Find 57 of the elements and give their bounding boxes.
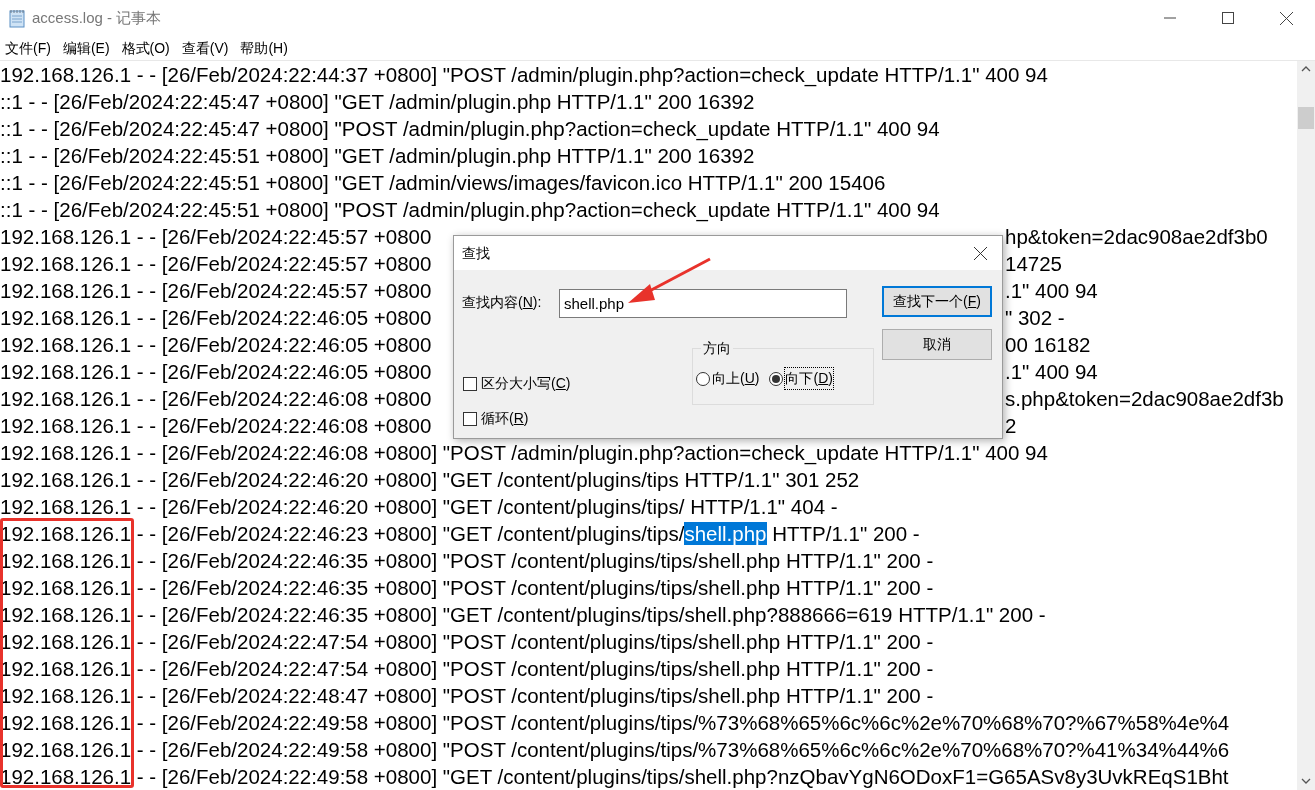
radio-button[interactable]: 向上(U) [696, 368, 760, 389]
log-line: 192.168.126.1 - - [26/Feb/2024:22:46:05 +0800 [0, 332, 433, 358]
log-line: 192.168.126.1 - - [26/Feb/2024:22:46:35 +0800] "POST /content/plugins/tips/shell.php HTTP/1.1" 200 - [0, 575, 934, 601]
checkbox[interactable]: 区分大小写(C) [463, 373, 571, 394]
log-line: .1" 400 94 [1005, 359, 1098, 385]
log-line: .1" 400 94 [1005, 278, 1098, 304]
dialog-title: 查找 [462, 243, 490, 263]
log-line: 192.168.126.1 - - [26/Feb/2024:22:49:58 +0800] "GET /content/plugins/tips/shell.php?nzQbavYgN6ODoxF1=G65ASv8y3UvkREqS1Bht [0, 764, 1229, 790]
close-icon[interactable] [1279, 11, 1293, 25]
log-line: 192.168.126.1 - - [26/Feb/2024:22:45:57 +0800 [0, 224, 433, 250]
find-next-button[interactable]: 查找下一个(F) [882, 286, 992, 317]
log-line: 14725 [1005, 251, 1062, 277]
log-line: ::1 - - [26/Feb/2024:22:45:47 +0800] "POST /admin/plugin.php?action=check_update HTTP/1.1" 400 94 [0, 116, 940, 142]
scroll-up-icon[interactable] [1301, 66, 1311, 72]
log-line: 192.168.126.1 - - [26/Feb/2024:22:47:54 +0800] "POST /content/plugins/tips/shell.php HTTP/1.1" 200 - [0, 656, 934, 682]
window-title: access.log - 记事本 [32, 7, 162, 28]
log-line: ::1 - - [26/Feb/2024:22:45:51 +0800] "POST /admin/plugin.php?action=check_update HTTP/1.1" 400 94 [0, 197, 940, 223]
log-line: s.php&token=2dac908ae2df3b [1005, 386, 1284, 412]
log-line: 192.168.126.1 - - [26/Feb/2024:22:45:57 +0800 [0, 278, 433, 304]
log-line: 192.168.126.1 - - [26/Feb/2024:22:49:58 +0800] "POST /content/plugins/tips/%73%68%65%6c%6c%2e%70%68%70?%67%58%4e%4 [0, 710, 1230, 736]
log-line: 192.168.126.1 - - [26/Feb/2024:22:46:08 +0800 [0, 386, 433, 412]
log-line: 00 16182 [1005, 332, 1091, 358]
menu-item[interactable]: 帮助(H) [239, 37, 289, 59]
scroll-down-icon[interactable] [1301, 778, 1311, 784]
log-line: 192.168.126.1 - - [26/Feb/2024:22:46:20 +0800] "GET /content/plugins/tips/ HTTP/1.1" 404 - [0, 494, 838, 520]
log-line: ::1 - - [26/Feb/2024:22:45:51 +0800] "GET /admin/views/images/favicon.ico HTTP/1.1" 200 15406 [0, 170, 886, 196]
menu-item[interactable]: 查看(V) [180, 37, 230, 59]
radio-button[interactable]: 向下(D) [769, 368, 833, 389]
log-line: 192.168.126.1 - - [26/Feb/2024:22:46:08 +0800] "POST /admin/plugin.php?action=check_update HTTP/1.1" 400 94 [0, 440, 1048, 466]
log-line: 192.168.126.1 - - [26/Feb/2024:22:46:08 +0800 [0, 413, 433, 439]
log-line: 192.168.126.1 - - [26/Feb/2024:22:46:20 +0800] "GET /content/plugins/tips HTTP/1.1" 301 252 [0, 467, 860, 493]
search-field[interactable]: shell.php [559, 289, 847, 318]
maximize-icon[interactable] [1222, 12, 1234, 24]
notepad-icon [7, 8, 27, 28]
checkbox[interactable]: 循环(R) [463, 408, 571, 429]
log-line: 192.168.126.1 - - [26/Feb/2024:22:46:35 +0800] "POST /content/plugins/tips/shell.php HTTP/1.1" 200 - [0, 548, 934, 574]
field-label: 查找内容(N): [462, 293, 542, 312]
menu-item[interactable]: 文件(F) [4, 37, 52, 59]
cancel-button[interactable]: 取消 [882, 329, 992, 360]
selected-text: shell.php [684, 522, 767, 545]
log-line: 192.168.126.1 - - [26/Feb/2024:22:46:35 +0800] "GET /content/plugins/tips/shell.php?888666=619 HTTP/1.1" 200 - [0, 602, 1046, 628]
log-line: 192.168.126.1 - - [26/Feb/2024:22:49:58 +0800] "POST /content/plugins/tips/%73%68%65%6c%6c%2e%70%68%70?%41%34%44%6 [0, 737, 1230, 763]
log-line: 192.168.126.1 - - [26/Feb/2024:22:47:54 +0800] "POST /content/plugins/tips/shell.php HTTP/1.1" 200 - [0, 629, 934, 655]
log-line: hp&token=2dac908ae2df3b0 [1005, 224, 1268, 250]
scrollbar[interactable] [1297, 61, 1315, 790]
menu-item[interactable]: 格式(O) [120, 37, 171, 59]
log-line: 192.168.126.1 - - [26/Feb/2024:22:46:05 +0800 [0, 359, 433, 385]
log-line: " 302 - [1005, 305, 1065, 331]
menu-item[interactable]: 编辑(E) [61, 37, 111, 59]
log-line: 192.168.126.1 - - [26/Feb/2024:22:46:05 +0800 [0, 305, 433, 331]
log-line: 192.168.126.1 - - [26/Feb/2024:22:44:37 +0800] "POST /admin/plugin.php?action=check_update HTTP/1.1" 400 94 [0, 62, 1048, 88]
log-line: ::1 - - [26/Feb/2024:22:45:47 +0800] "GET /admin/plugin.php HTTP/1.1" 200 16392 [0, 89, 755, 115]
scrollbar-thumb[interactable] [1298, 107, 1314, 129]
log-line: ::1 - - [26/Feb/2024:22:45:51 +0800] "GET /admin/plugin.php HTTP/1.1" 200 16392 [0, 143, 755, 169]
log-line: 192.168.126.1 - - [26/Feb/2024:22:48:47 +0800] "POST /content/plugins/tips/shell.php HTTP/1.1" 200 - [0, 683, 934, 709]
log-line: 2 [1005, 413, 1017, 439]
log-line: 192.168.126.1 - - [26/Feb/2024:22:45:57 +0800 [0, 251, 433, 277]
